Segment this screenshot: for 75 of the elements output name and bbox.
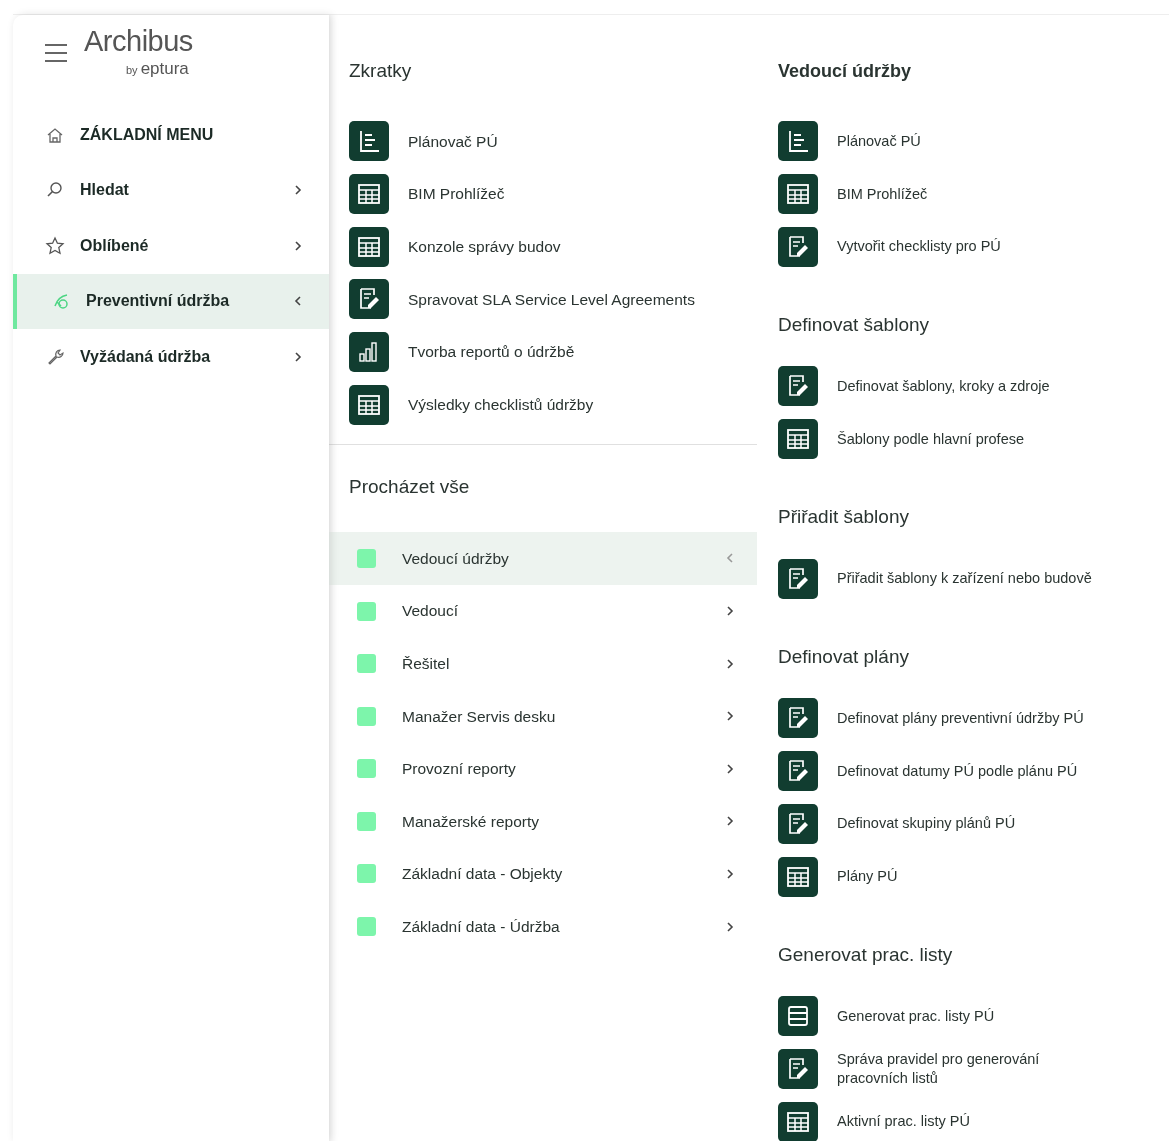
expand-chevron-icon: [293, 239, 303, 252]
shortcut-link[interactable]: Výsledky checklistů údržby: [408, 393, 594, 417]
gantt-chart-icon: [349, 121, 389, 162]
shortcut-link[interactable]: BIM Prohlížeč: [408, 182, 505, 206]
shortcut-link[interactable]: Tvorba reportů o údržbě: [408, 340, 575, 364]
sidebar-item[interactable]: Oblíbené: [9, 218, 329, 274]
document-edit-icon: [778, 698, 818, 739]
role-item[interactable]: Vedoucí údržby: [329, 532, 757, 585]
expand-chevron-icon: [725, 868, 735, 880]
brand-byline: by: [126, 65, 138, 76]
shortcut-link[interactable]: Aktivní prac. listy PÚ: [837, 1112, 970, 1131]
role-item[interactable]: Základní data - Objekty: [329, 847, 757, 901]
shortcut-link[interactable]: Přiřadit šablony k zařízení nebo budově: [837, 569, 1092, 589]
sidebar-item[interactable]: Vyžádaná údržba: [9, 329, 329, 385]
shortcut-link[interactable]: Plánovač PÚ: [408, 129, 498, 153]
group-title: Generovat prac. listy: [778, 942, 954, 967]
brand-logo: Archibus: [84, 27, 193, 56]
sidebar-item[interactable]: Preventivní údržba: [13, 273, 329, 329]
gantt-chart-icon: [778, 121, 818, 162]
document-edit-icon: [778, 558, 818, 599]
bar-chart-icon: [349, 332, 389, 373]
expand-chevron-icon: [725, 762, 735, 775]
role-item[interactable]: Řešitel: [329, 637, 757, 690]
shortcut-link[interactable]: Spravovat SLA Service Level Agreements: [408, 287, 695, 312]
shortcut-link[interactable]: Konzole správy budov: [408, 235, 561, 259]
table-icon: [778, 856, 818, 897]
role-item[interactable]: Provozní reporty: [329, 742, 757, 796]
expand-chevron-icon: [293, 184, 303, 197]
expand-chevron-icon: [725, 815, 735, 828]
role-item[interactable]: Vedoucí: [329, 584, 757, 638]
document-edit-icon: [778, 366, 818, 407]
expand-chevron-icon: [725, 657, 735, 670]
brand-sub: eptura: [140, 60, 189, 77]
expand-chevron-icon: [725, 920, 735, 933]
table-icon: [778, 419, 818, 460]
list-icon: [778, 996, 818, 1037]
section-title: Procházet vše: [348, 475, 471, 500]
shortcut-link[interactable]: Vytvořit checklisty pro PÚ: [837, 237, 1001, 257]
group-title: Definovat plány: [778, 645, 910, 670]
document-edit-icon: [778, 751, 818, 792]
expand-chevron-icon: [725, 710, 735, 723]
collapse-chevron-icon: [293, 295, 303, 308]
shortcut-link[interactable]: Definovat skupiny plánů PÚ: [837, 814, 1016, 834]
table-icon: [349, 384, 389, 425]
table-icon: [778, 1101, 818, 1141]
shortcut-link[interactable]: Plány PÚ: [837, 867, 898, 886]
shortcut-link[interactable]: Správa pravidel pro generování pracovních listů: [837, 1050, 1099, 1088]
menu-icon[interactable]: [44, 43, 68, 63]
group-title: Přiřadit šablony: [778, 505, 910, 530]
table-icon: [349, 174, 389, 215]
expand-chevron-icon: [725, 605, 735, 617]
shortcut-link[interactable]: Generovat prac. listy PÚ: [837, 1006, 995, 1026]
document-edit-icon: [778, 1048, 818, 1089]
shortcut-link[interactable]: Definovat plány preventivní údržby PÚ: [837, 709, 1084, 728]
sidebar-item[interactable]: Hledat: [9, 162, 329, 218]
shortcut-link[interactable]: Definovat šablony, kroky a zdroje: [837, 377, 1050, 396]
collapse-chevron-icon: [725, 552, 735, 565]
table-icon: [349, 226, 389, 267]
star-icon: [45, 235, 65, 256]
shortcut-link[interactable]: Definovat datumy PÚ podle plánu PÚ: [837, 761, 1078, 781]
document-edit-icon: [778, 226, 818, 267]
shortcut-link[interactable]: Plánovač PÚ: [837, 131, 921, 151]
section-title: Zkratky: [348, 59, 413, 83]
panel-title: Vedoucí údržby: [778, 60, 913, 83]
sidebar-item[interactable]: ZÁKLADNÍ MENU: [9, 107, 329, 163]
role-item[interactable]: Základní data - Údržba: [329, 900, 757, 953]
document-edit-icon: [349, 279, 389, 320]
role-item[interactable]: Manažerské reporty: [329, 795, 757, 848]
shortcut-link[interactable]: Šablony podle hlavní profese: [837, 429, 1025, 449]
role-item[interactable]: Manažer Servis desku: [329, 689, 757, 743]
shortcut-link[interactable]: BIM Prohlížeč: [837, 184, 928, 204]
table-icon: [778, 174, 818, 215]
document-edit-icon: [778, 803, 818, 844]
expand-chevron-icon: [293, 350, 303, 363]
group-title: Definovat šablony: [778, 313, 931, 338]
